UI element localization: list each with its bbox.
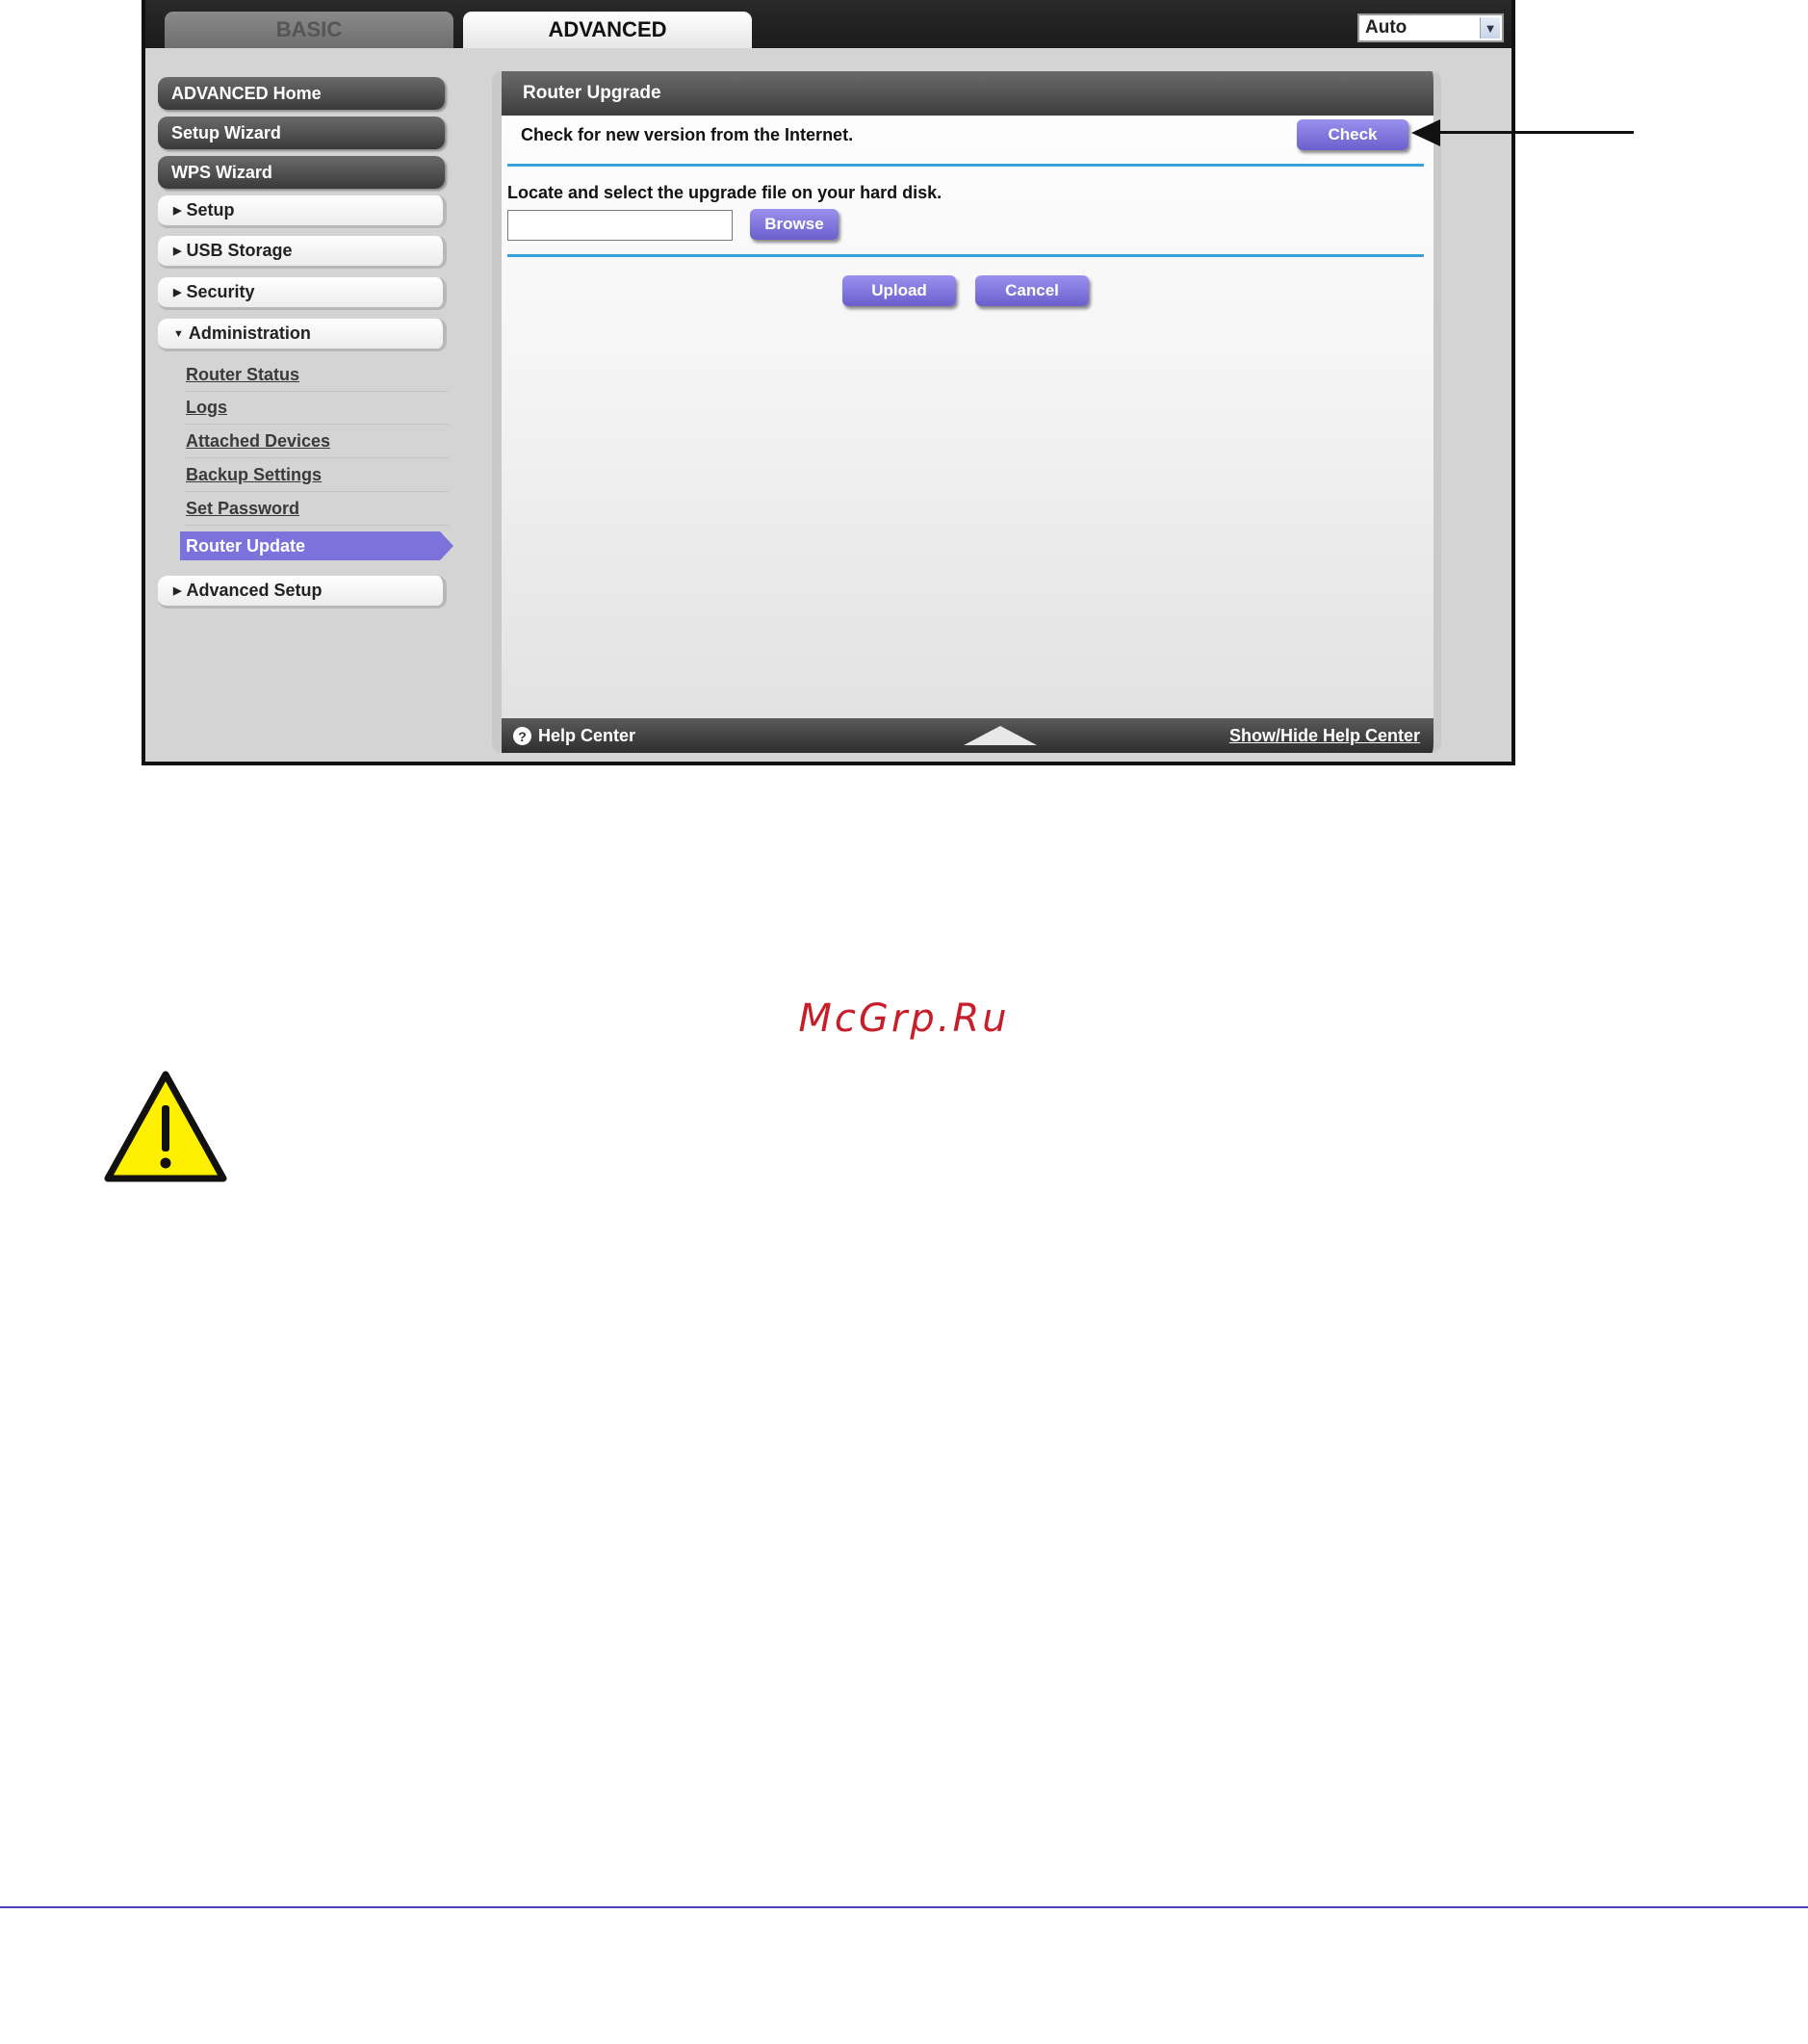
upload-button[interactable]: Upload <box>842 275 956 306</box>
language-select[interactable]: Auto ▼ <box>1357 13 1504 42</box>
sidebar-section-security[interactable]: ▶ Security <box>158 277 447 310</box>
sidebar-section-label: Security <box>186 282 255 301</box>
divider <box>507 164 1424 167</box>
help-center-label: Help Center <box>538 726 636 745</box>
sidebar-section-administration[interactable]: ▼ Administration <box>158 319 447 351</box>
triangle-right-icon: ▶ <box>173 287 182 298</box>
divider <box>507 254 1424 257</box>
check-button[interactable]: Check <box>1297 119 1408 150</box>
tab-basic[interactable]: BASIC <box>165 12 453 48</box>
triangle-up-icon[interactable] <box>964 726 1037 745</box>
router-upgrade-panel: Router Upgrade Check for new version fro… <box>492 71 1441 753</box>
triangle-right-icon: ▶ <box>173 585 182 597</box>
arrow-left-icon <box>1411 119 1440 146</box>
help-icon[interactable]: ? <box>513 727 531 745</box>
upgrade-file-input[interactable] <box>507 210 733 241</box>
sidebar-item-setup-wizard[interactable]: Setup Wizard <box>158 116 445 149</box>
sidebar-section-setup[interactable]: ▶ Setup <box>158 195 447 228</box>
chevron-down-icon: ▼ <box>1480 17 1500 39</box>
browse-button[interactable]: Browse <box>750 209 839 240</box>
sidebar-link-attached-devices[interactable]: Attached Devices <box>184 426 449 458</box>
sidebar-link-router-update[interactable]: Router Update <box>180 531 440 560</box>
warning-icon <box>104 1071 227 1182</box>
tab-advanced[interactable]: ADVANCED <box>463 12 752 48</box>
triangle-right-icon: ▶ <box>173 246 182 257</box>
callout-arrow-line <box>1434 131 1634 134</box>
active-pointer <box>440 531 453 560</box>
help-center-bar: ? Help Center Show/Hide Help Center <box>502 718 1433 753</box>
sidebar-section-usb-storage[interactable]: ▶ USB Storage <box>158 236 447 269</box>
sidebar-link-logs[interactable]: Logs <box>184 392 449 425</box>
sidebar-item-wps-wizard[interactable]: WPS Wizard <box>158 156 445 189</box>
triangle-down-icon: ▼ <box>173 327 184 340</box>
check-instruction: Check for new version from the Internet. <box>521 125 854 144</box>
sidebar-link-backup-settings[interactable]: Backup Settings <box>184 459 449 492</box>
sidebar-section-label: USB Storage <box>186 241 293 260</box>
locate-instruction: Locate and select the upgrade file on yo… <box>507 183 943 202</box>
router-admin-screenshot: BASIC ADVANCED Auto ▼ ADVANCED Home Setu… <box>142 0 1515 765</box>
sidebar-link-set-password[interactable]: Set Password <box>184 493 449 526</box>
sidebar-section-label: Advanced Setup <box>186 581 323 600</box>
triangle-right-icon: ▶ <box>173 205 182 217</box>
footer-rule <box>0 1906 1808 1908</box>
sidebar-link-router-status[interactable]: Router Status <box>184 359 449 392</box>
sidebar-section-advanced-setup[interactable]: ▶ Advanced Setup <box>158 576 447 608</box>
top-bar: BASIC ADVANCED Auto ▼ <box>145 0 1511 48</box>
watermark: McGrp.Ru <box>798 996 1010 1041</box>
sidebar-section-label: Administration <box>188 323 311 343</box>
language-select-value: Auto <box>1365 17 1408 38</box>
panel-title: Router Upgrade <box>502 71 1433 116</box>
show-hide-help-link[interactable]: Show/Hide Help Center <box>1229 726 1420 746</box>
sidebar-section-label: Setup <box>186 200 235 220</box>
cancel-button[interactable]: Cancel <box>975 275 1089 306</box>
sidebar-item-advanced-home[interactable]: ADVANCED Home <box>158 77 445 110</box>
